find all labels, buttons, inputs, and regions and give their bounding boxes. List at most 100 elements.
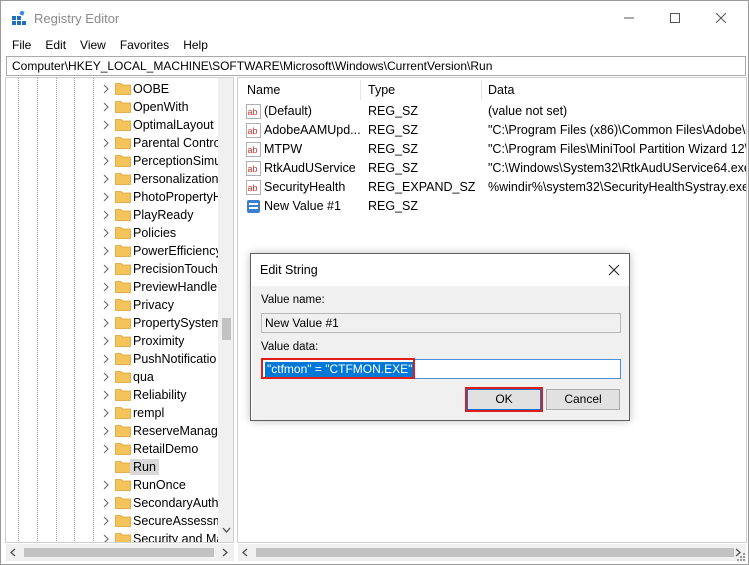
scroll-down-icon[interactable] <box>222 526 231 534</box>
chevron-right-icon[interactable] <box>100 334 112 348</box>
dialog-close-button[interactable] <box>603 260 625 280</box>
chevron-right-icon[interactable] <box>100 154 112 168</box>
folder-icon <box>115 299 131 311</box>
tree-item[interactable]: rempl <box>6 404 220 422</box>
svg-text:ab: ab <box>248 164 258 174</box>
list-horizontal-scrollbar[interactable] <box>238 544 746 561</box>
chevron-right-icon[interactable] <box>100 226 112 240</box>
scroll-left-icon[interactable] <box>9 548 17 557</box>
tree-item[interactable]: PreviewHandler <box>6 278 221 296</box>
chevron-right-icon[interactable] <box>100 316 112 330</box>
svg-text:ab: ab <box>248 107 258 117</box>
chevron-right-icon[interactable] <box>100 100 112 114</box>
chevron-right-icon[interactable] <box>100 190 112 204</box>
list-row[interactable]: ab AdobeAAMUpd... REG_SZ "C:\Program Files … <box>238 121 746 140</box>
tree-item[interactable]: OOBE <box>6 80 220 98</box>
tree-item[interactable]: Policies <box>6 224 220 242</box>
cancel-button[interactable]: Cancel <box>546 389 620 410</box>
chevron-right-icon[interactable] <box>100 136 112 150</box>
chevron-right-icon[interactable] <box>100 352 112 366</box>
chevron-right-icon[interactable] <box>100 172 112 186</box>
menu-view[interactable]: View <box>73 35 113 55</box>
tree-item[interactable]: PlayReady <box>6 206 220 224</box>
folder-icon <box>115 281 131 293</box>
tree-scroll-thumb[interactable] <box>222 318 231 340</box>
list-row[interactable]: ab MTPW REG_SZ "C:\Program Files\MiniTool P… <box>238 140 747 159</box>
tree-item[interactable]: qua <box>6 368 220 386</box>
close-button[interactable] <box>698 1 744 35</box>
chevron-right-icon[interactable] <box>100 298 112 312</box>
folder-icon <box>115 515 131 527</box>
chevron-right-icon[interactable] <box>100 280 112 294</box>
tree-item[interactable]: RetailDemo <box>6 440 220 458</box>
chevron-right-icon[interactable] <box>100 118 112 132</box>
tree-item[interactable]: Run <box>6 458 220 476</box>
list-row[interactable]: ab (Default) REG_SZ (value not set) <box>238 102 746 121</box>
tree-item[interactable]: Parental Contro <box>6 134 221 152</box>
maximize-button[interactable] <box>652 1 698 35</box>
menu-edit[interactable]: Edit <box>38 35 73 55</box>
chevron-right-icon[interactable] <box>100 82 112 96</box>
menu-file[interactable]: File <box>5 35 38 55</box>
tree-item[interactable]: SecureAssessme <box>6 512 230 530</box>
column-divider[interactable] <box>481 80 482 100</box>
minimize-button[interactable] <box>606 1 652 35</box>
list-row[interactable]: ab SecurityHealth REG_EXPAND_SZ %windir%\sy… <box>238 178 746 197</box>
tree-hscroll-thumb[interactable] <box>24 548 214 557</box>
tree-item-label: Proximity <box>133 334 185 348</box>
column-divider[interactable] <box>360 80 361 100</box>
value-name: (Default) <box>264 104 312 118</box>
list-hscroll-thumb[interactable] <box>256 548 734 557</box>
tree-item[interactable]: PowerEfficiency <box>6 242 222 260</box>
chevron-right-icon[interactable] <box>100 388 112 402</box>
scroll-left-icon[interactable] <box>241 548 249 557</box>
chevron-right-icon[interactable] <box>100 514 112 528</box>
tree-item[interactable]: ReserveManage <box>6 422 225 440</box>
tree-item[interactable]: PropertySystem <box>6 314 222 332</box>
tree-item[interactable]: OptimalLayout <box>6 116 220 134</box>
value-data: "C:\Program Files\MiniTool Partition Wiz… <box>488 142 747 156</box>
tree-item-label: RunOnce <box>133 478 186 492</box>
chevron-right-icon[interactable] <box>100 424 112 438</box>
menu-help[interactable]: Help <box>176 35 215 55</box>
value-data: (value not set) <box>488 104 568 118</box>
chevron-right-icon[interactable] <box>100 262 112 276</box>
column-header-type[interactable]: Type <box>368 83 395 97</box>
tree-item[interactable]: Security and Ma <box>6 530 223 543</box>
folder-icon <box>115 245 131 257</box>
tree-item[interactable]: Reliability <box>6 386 220 404</box>
tree-item[interactable]: Proximity <box>6 332 220 350</box>
tree-item[interactable]: Personalization <box>6 170 220 188</box>
key-tree: OOBE OpenWith OptimalLayout Parental Contro… <box>5 77 234 543</box>
chevron-right-icon[interactable] <box>100 406 112 420</box>
chevron-right-icon[interactable] <box>100 532 112 543</box>
tree-item[interactable]: PushNotificatio <box>6 350 220 368</box>
chevron-right-icon[interactable] <box>100 244 112 258</box>
menu-favorites[interactable]: Favorites <box>113 35 176 55</box>
string-value-icon: ab <box>246 142 261 157</box>
value-name-field: New Value #1 <box>261 313 621 333</box>
tree-item[interactable]: OpenWith <box>6 98 220 116</box>
tree-item[interactable]: Privacy <box>6 296 220 314</box>
scroll-right-icon[interactable] <box>221 548 229 557</box>
tree-item[interactable]: RunOnce <box>6 476 220 494</box>
list-row[interactable]: New Value #1 REG_SZ <box>238 197 746 216</box>
red-highlight-box <box>261 358 415 379</box>
tree-horizontal-scrollbar[interactable] <box>6 544 234 561</box>
chevron-right-icon[interactable] <box>100 442 112 456</box>
chevron-right-icon[interactable] <box>100 478 112 492</box>
tree-item[interactable]: SecondaryAuthI <box>6 494 222 512</box>
address-bar[interactable]: Computer\HKEY_LOCAL_MACHINE\SOFTWARE\Mic… <box>6 56 746 76</box>
chevron-right-icon[interactable] <box>100 208 112 222</box>
list-row[interactable]: ab RtkAudUService REG_SZ "C:\Windows\System… <box>238 159 746 178</box>
tree-vertical-scrollbar[interactable] <box>218 78 233 542</box>
chevron-right-icon[interactable] <box>100 370 112 384</box>
tree-item[interactable]: PrecisionTouchP <box>6 260 226 278</box>
tree-item[interactable]: PhotoPropertyH <box>6 188 222 206</box>
folder-icon <box>115 353 131 365</box>
column-header-data[interactable]: Data <box>488 83 514 97</box>
resize-grip-icon[interactable] <box>736 552 746 562</box>
column-header-name[interactable]: Name <box>247 83 280 97</box>
tree-item[interactable]: PerceptionSimu <box>6 152 221 170</box>
chevron-right-icon[interactable] <box>100 496 112 510</box>
